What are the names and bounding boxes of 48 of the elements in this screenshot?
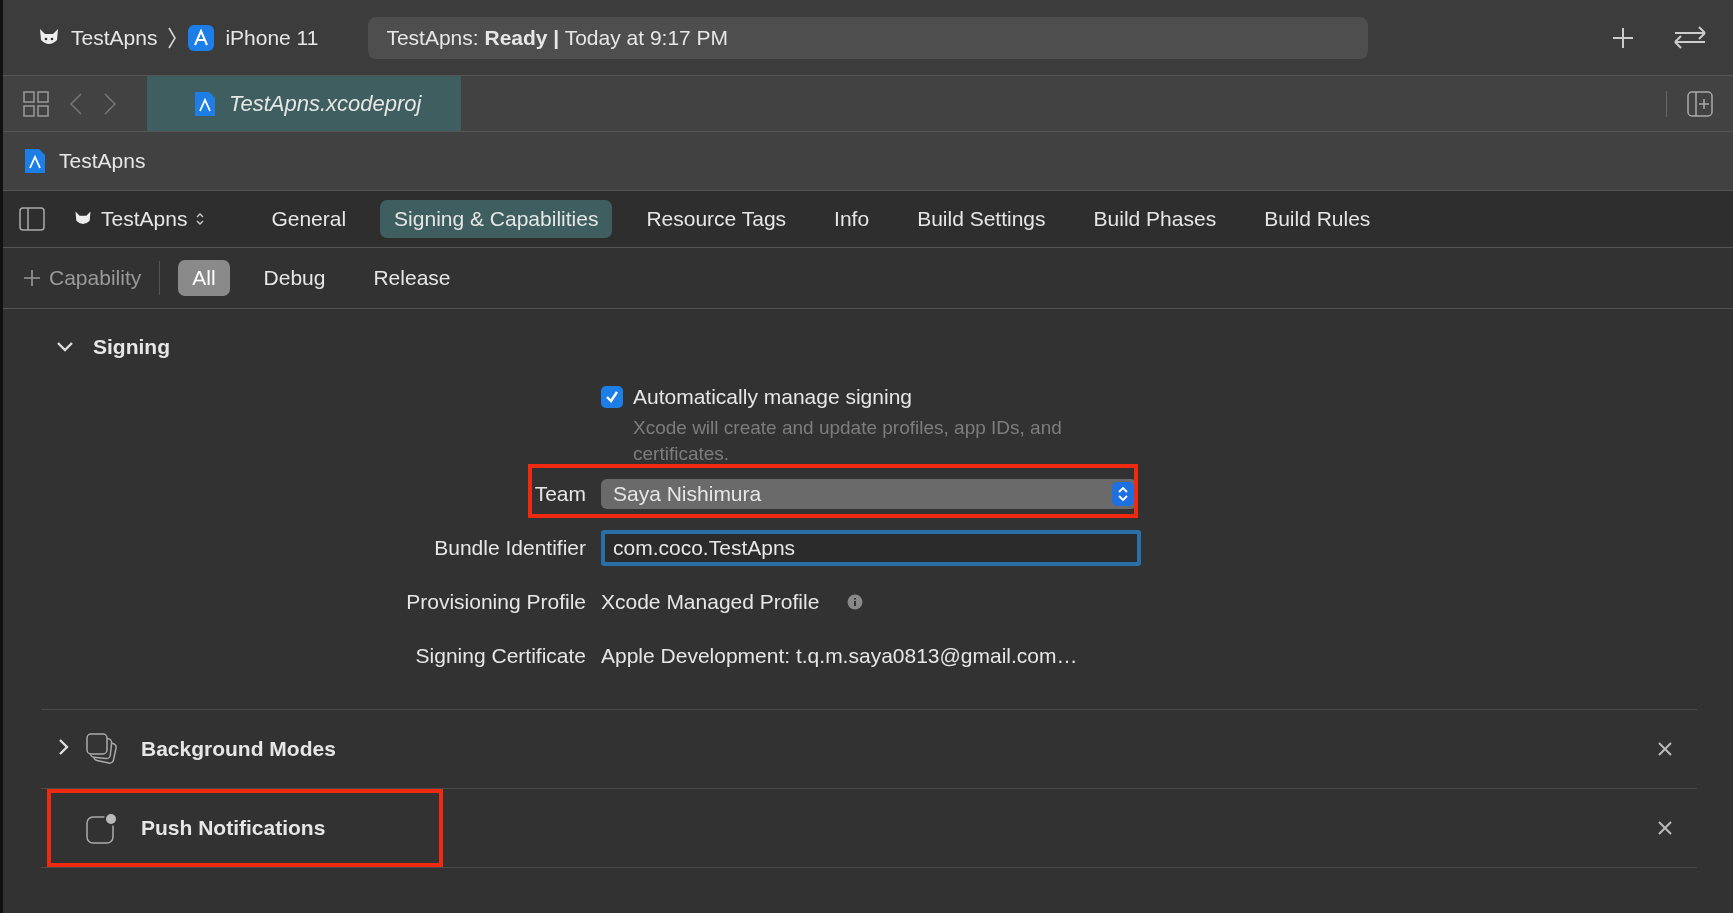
up-down-chevron-icon (195, 211, 206, 227)
field-label: Team (534, 482, 586, 505)
field-value: Xcode Managed Profile (601, 590, 820, 614)
target-selector[interactable]: TestApns (73, 207, 206, 231)
notification-badge-icon (85, 811, 119, 845)
capability-title: Push Notifications (141, 816, 326, 840)
app-icon (187, 23, 216, 52)
add-icon[interactable] (1611, 25, 1635, 50)
file-tab[interactable]: TestApns.xcodeproj (147, 76, 462, 131)
add-capability-button[interactable]: Capability (23, 266, 142, 290)
section-title: Signing (93, 335, 170, 359)
field-value: Apple Development: t.q.m.saya0813@gmail.com… (601, 644, 1078, 668)
activity-status: TestApns: Ready | Today at 9:17 PM (368, 16, 1369, 59)
editor-tab[interactable]: Info (820, 200, 884, 238)
help-text: Xcode will create and update profiles, app IDs, and certificates. (633, 416, 1063, 466)
project-name[interactable]: TestApns (59, 149, 146, 173)
editor-tab[interactable]: General (257, 200, 361, 238)
destination-name[interactable]: iPhone 11 (225, 25, 319, 50)
close-icon[interactable] (1657, 741, 1673, 757)
chevron-icon[interactable] (57, 736, 71, 757)
filter-tab[interactable]: Release (359, 260, 465, 296)
field-label: Provisioning Profile (406, 590, 586, 613)
stacked-squares-icon (85, 732, 119, 766)
grid-icon[interactable] (23, 90, 49, 117)
close-icon[interactable] (1657, 820, 1673, 836)
editor-tab[interactable]: Build Phases (1079, 200, 1231, 238)
filter-tab[interactable]: Debug (249, 260, 340, 296)
info-icon[interactable] (847, 594, 864, 610)
editor-tab[interactable]: Build Settings (903, 200, 1060, 238)
add-editor-icon[interactable] (1687, 90, 1713, 117)
scheme-name[interactable]: TestApns (71, 25, 158, 50)
field-label: Bundle Identifier (434, 536, 586, 559)
capability-title: Background Modes (141, 737, 336, 761)
sidebar-toggle-icon[interactable] (19, 207, 45, 231)
team-popup[interactable]: Saya Nishimura (601, 479, 1137, 509)
editor-tab[interactable]: Resource Tags (632, 200, 801, 238)
editor-tab[interactable]: Build Rules (1250, 200, 1385, 238)
project-file-icon (23, 147, 47, 175)
up-down-chevron-icon (1112, 482, 1134, 506)
field-label: Signing Certificate (415, 644, 586, 667)
project-file-icon (193, 89, 217, 118)
editor-tab[interactable]: Signing & Capabilities (380, 200, 613, 238)
bundle-identifier-field[interactable]: com.coco.TestApns (601, 530, 1141, 566)
plus-icon (23, 269, 41, 287)
checkbox[interactable] (601, 386, 623, 408)
chevron-icon (167, 25, 178, 50)
swap-arrows-icon[interactable] (1671, 24, 1709, 51)
checkbox-label: Automatically manage signing (633, 385, 912, 409)
